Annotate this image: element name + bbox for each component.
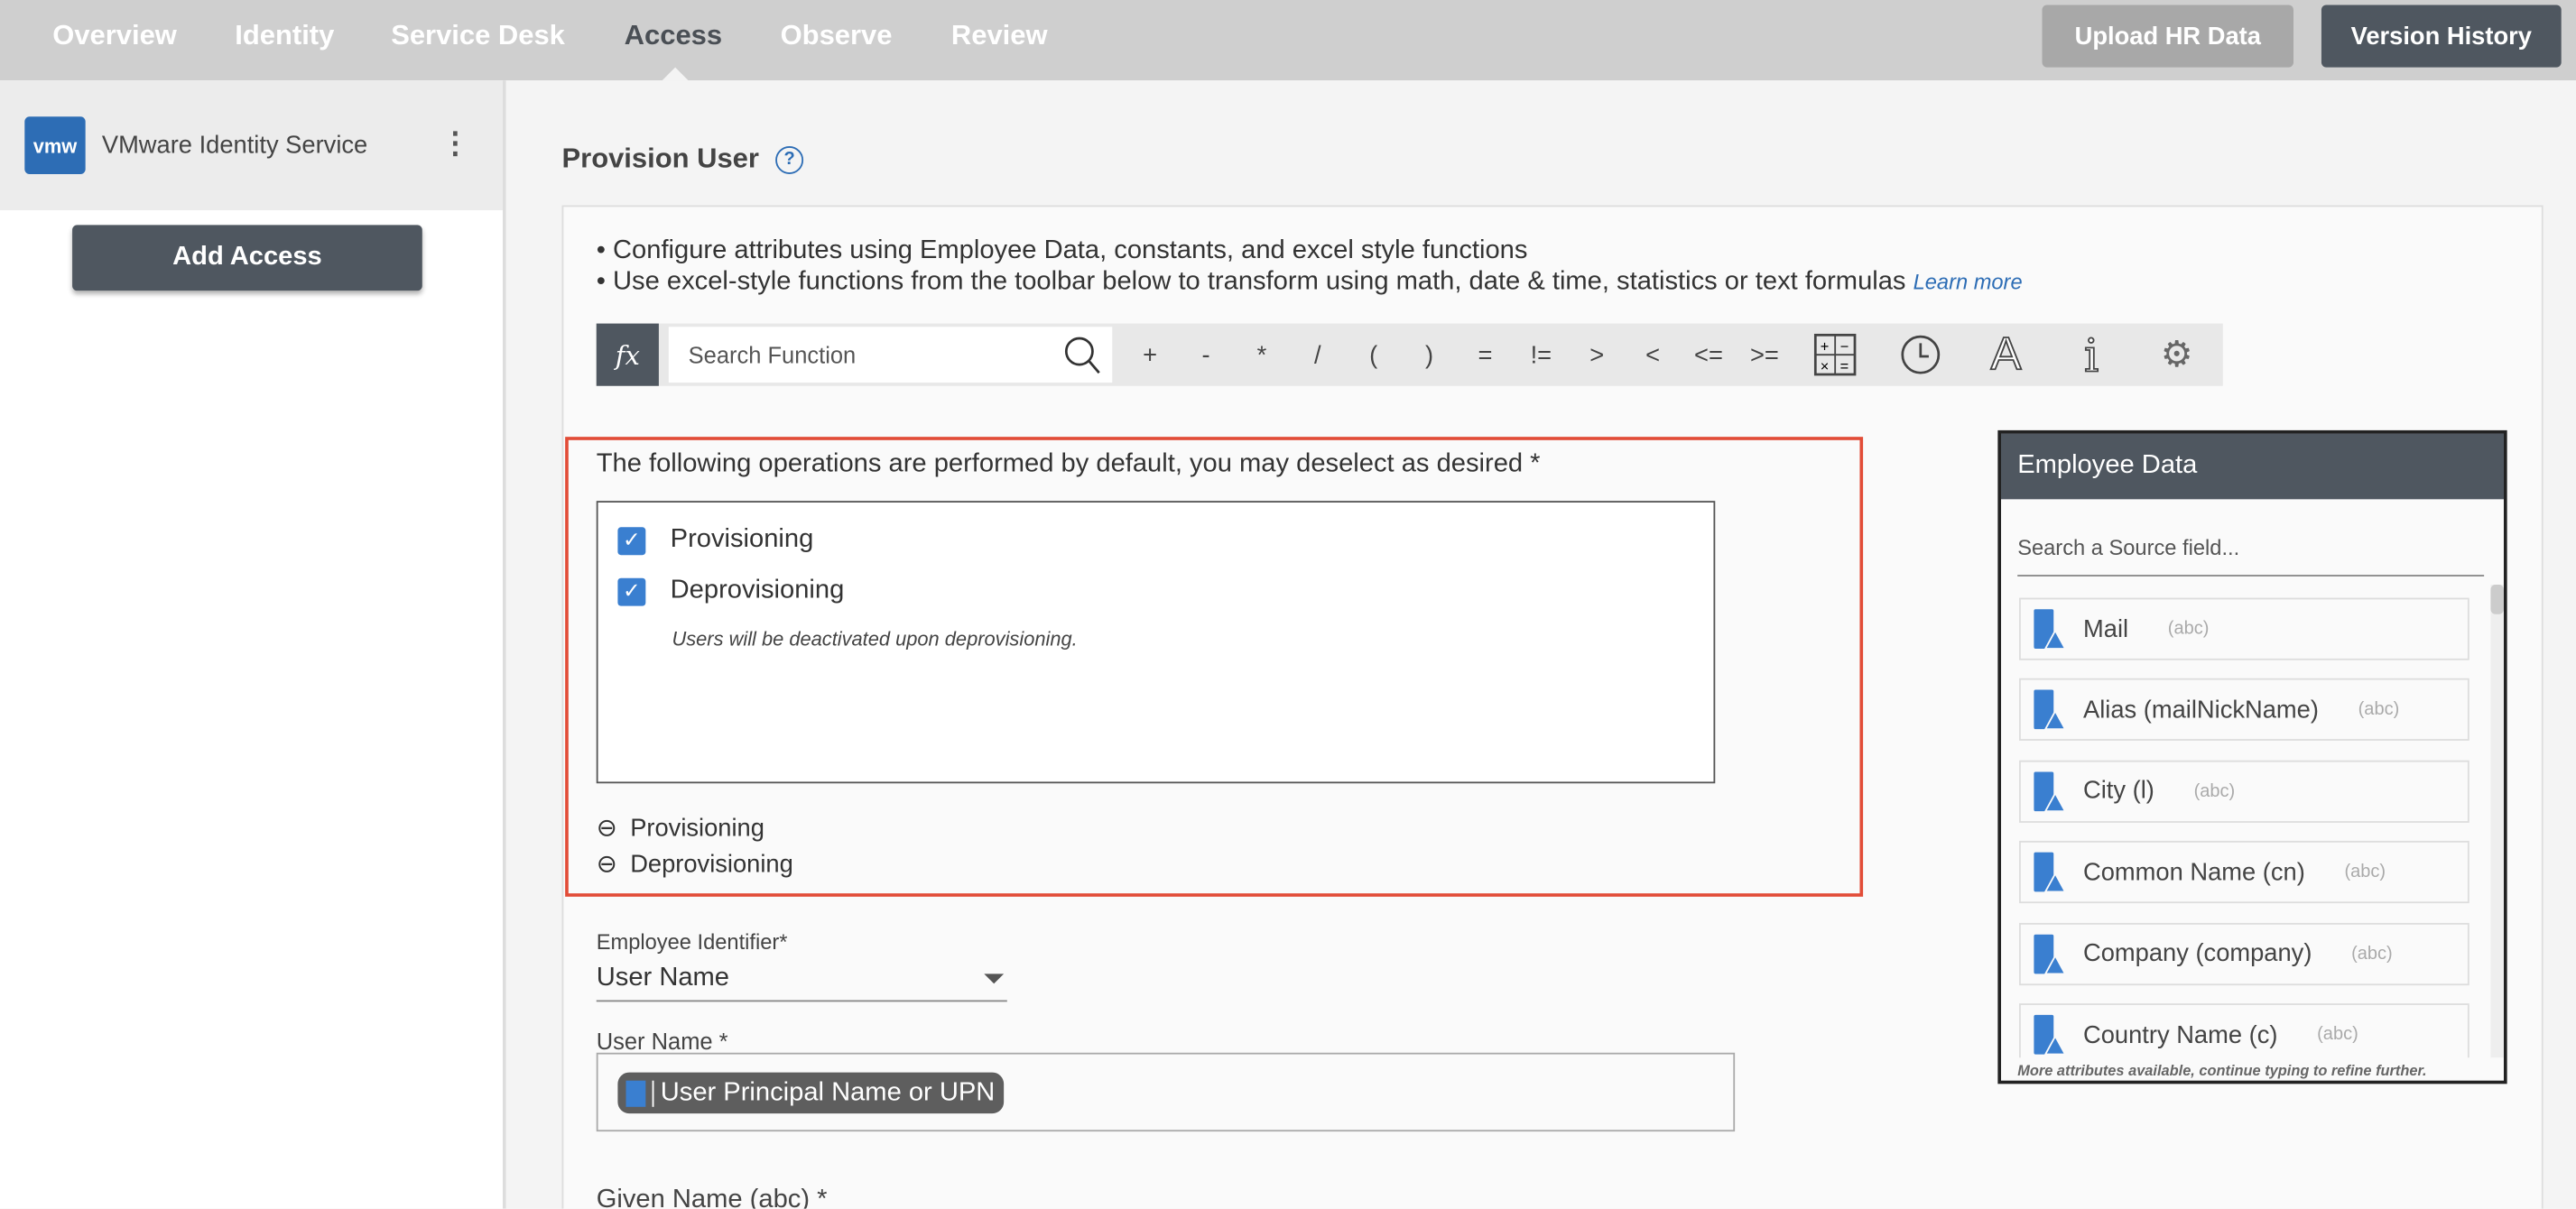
- clock-icon[interactable]: [1877, 334, 1963, 376]
- minus-circle-icon: ⊖: [596, 814, 617, 843]
- help-icon[interactable]: ?: [775, 145, 804, 174]
- operator-plus[interactable]: +: [1122, 341, 1178, 369]
- field-icon: [2034, 609, 2067, 650]
- svg-text:−: −: [1840, 339, 1849, 355]
- user-name-input[interactable]: User Principal Name or UPN: [596, 1052, 1736, 1132]
- function-toolbar: fx Search Function + - * / ( ) = != > < …: [596, 323, 2223, 386]
- bullet-2: • Use excel-style functions from the too…: [596, 267, 2023, 296]
- provision-panel: • Configure attributes using Employee Da…: [561, 205, 2544, 1209]
- page-title: Provision User: [561, 143, 759, 174]
- user-name-label: User Name *: [596, 1028, 728, 1055]
- operator-not-equals[interactable]: !=: [1513, 341, 1569, 369]
- calculator-icon[interactable]: + − × =: [1793, 333, 1878, 376]
- field-icon: [2034, 853, 2067, 893]
- operations-heading: The following operations are performed b…: [596, 449, 1541, 478]
- operator-close-paren[interactable]: ): [1402, 341, 1458, 369]
- field-icon: [2034, 933, 2067, 974]
- employee-field-item[interactable]: City (l) (abc): [2019, 760, 2469, 823]
- text-icon[interactable]: A: [1963, 328, 2049, 381]
- operator-minus[interactable]: -: [1178, 341, 1234, 369]
- upload-hr-data-button[interactable]: Upload HR Data: [2042, 5, 2293, 68]
- tab-review[interactable]: Review: [951, 20, 1048, 52]
- tab-service-desk[interactable]: Service Desk: [391, 20, 565, 52]
- tab-access[interactable]: Access: [625, 20, 722, 52]
- employee-data-panel: Employee Data Search a Source field... M…: [1997, 429, 2507, 1084]
- learn-more-link[interactable]: Learn more: [1913, 270, 2023, 294]
- chevron-down-icon: [984, 974, 1005, 984]
- default-operations-section: The following operations are performed b…: [565, 437, 1864, 897]
- field-icon: [2034, 1014, 2067, 1056]
- employee-field-item[interactable]: Company (company) (abc): [2019, 922, 2469, 985]
- field-icon: [625, 1079, 646, 1106]
- search-function-input[interactable]: Search Function: [668, 327, 1113, 383]
- given-name-label: Given Name (abc) *: [596, 1186, 828, 1209]
- search-icon: [1064, 337, 1100, 374]
- collapse-provisioning[interactable]: ⊖ Provisioning: [597, 813, 764, 843]
- checkbox-checked-icon[interactable]: ✓: [617, 526, 646, 555]
- vmware-logo: vmw: [24, 116, 86, 174]
- add-access-button[interactable]: Add Access: [72, 225, 422, 291]
- deprovisioning-note: Users will be deactivated upon deprovisi…: [672, 627, 1078, 651]
- field-icon: [2034, 771, 2067, 812]
- employee-field-item[interactable]: Alias (mailNickName) (abc): [2019, 678, 2469, 742]
- fx-icon: fx: [596, 323, 659, 386]
- operator-greater-equal[interactable]: >=: [1737, 341, 1793, 369]
- info-icon[interactable]: i: [2049, 327, 2135, 383]
- version-history-button[interactable]: Version History: [2321, 5, 2562, 68]
- svg-text:=: =: [1840, 358, 1849, 374]
- active-tab-indicator: [662, 67, 689, 81]
- employee-field-item[interactable]: Country Name (c) (abc): [2019, 1003, 2469, 1058]
- employee-field-item[interactable]: Common Name (cn) (abc): [2019, 841, 2469, 904]
- bullet-1: • Configure attributes using Employee Da…: [596, 236, 1528, 265]
- tab-observe[interactable]: Observe: [781, 20, 893, 52]
- operator-less[interactable]: <: [1625, 341, 1681, 369]
- operator-multiply[interactable]: *: [1234, 341, 1290, 369]
- deprovisioning-checkbox[interactable]: ✓ Deprovisioning: [617, 577, 844, 606]
- operator-equals[interactable]: =: [1458, 341, 1514, 369]
- minus-circle-icon: ⊖: [596, 850, 617, 879]
- top-nav: Overview Identity Service Desk Access Ob…: [0, 0, 2576, 81]
- scrollbar[interactable]: [2490, 584, 2504, 1058]
- checkbox-checked-icon[interactable]: ✓: [617, 577, 646, 605]
- main-content: Provision User ? • Configure attributes …: [505, 80, 2576, 1209]
- employee-identifier-label: Employee Identifier*: [596, 929, 788, 955]
- svg-text:×: ×: [1821, 358, 1830, 374]
- svg-text:+: +: [1821, 339, 1830, 355]
- provisioning-checkbox[interactable]: ✓ Provisioning: [617, 525, 813, 555]
- sidebar: vmw VMware Identity Service ⋮ Add Access: [0, 80, 506, 1209]
- operator-open-paren[interactable]: (: [1346, 341, 1402, 369]
- employee-field-item[interactable]: Mail (abc): [2019, 597, 2469, 660]
- upn-chip[interactable]: User Principal Name or UPN: [617, 1072, 1004, 1114]
- tab-identity[interactable]: Identity: [235, 20, 334, 52]
- operator-greater[interactable]: >: [1569, 341, 1625, 369]
- more-attributes-note: More attributes available, continue typi…: [2017, 1062, 2427, 1079]
- more-vertical-icon[interactable]: ⋮: [440, 126, 470, 161]
- app-name: VMware Identity Service: [101, 131, 368, 160]
- operator-divide[interactable]: /: [1290, 341, 1346, 369]
- field-icon: [2034, 690, 2067, 731]
- collapse-deprovisioning[interactable]: ⊖ Deprovisioning: [597, 849, 793, 879]
- brain-icon[interactable]: ⚙: [2134, 334, 2219, 376]
- sidebar-app-item[interactable]: vmw VMware Identity Service ⋮: [0, 80, 503, 210]
- operations-box: ✓ Provisioning ✓ Deprovisioning Users will…: [596, 501, 1716, 784]
- operator-less-equal[interactable]: <=: [1681, 341, 1737, 369]
- tab-overview[interactable]: Overview: [52, 20, 177, 52]
- employee-identifier-select[interactable]: User Name: [596, 957, 1007, 1002]
